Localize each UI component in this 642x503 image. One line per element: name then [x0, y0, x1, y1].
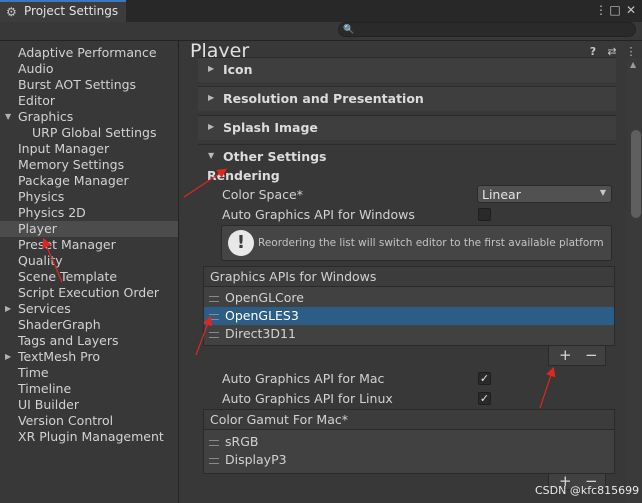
arrow-to-add-button — [539, 366, 556, 409]
watermark: CSDN @kfc815699 — [535, 484, 640, 497]
annotation-arrows — [42, 168, 556, 409]
arrow-to-opengles3 — [195, 315, 212, 356]
arrow-to-other-settings — [183, 168, 228, 198]
arrow-to-player — [42, 237, 63, 283]
